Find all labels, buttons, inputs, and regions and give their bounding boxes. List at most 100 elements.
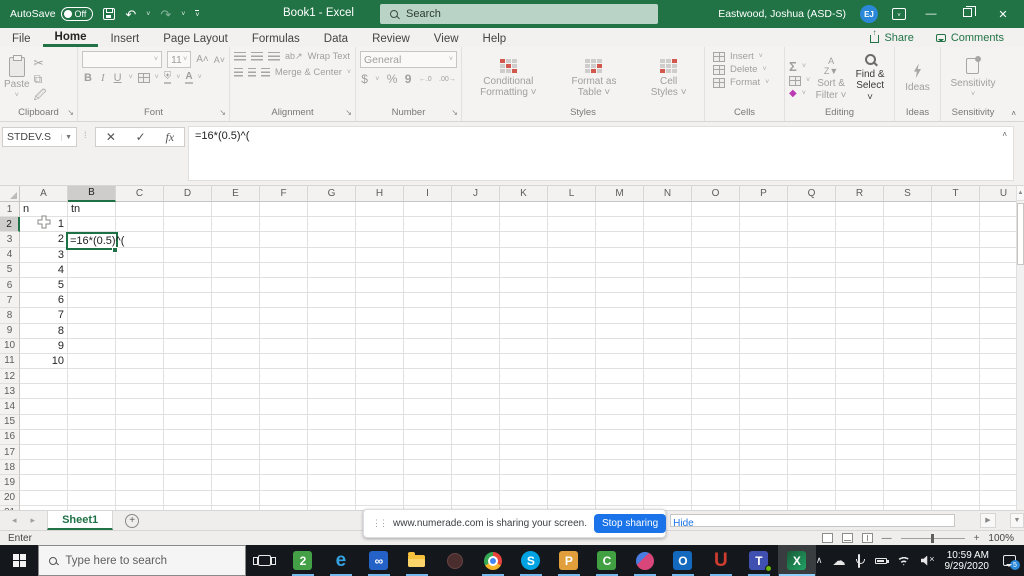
cell-U7[interactable] <box>980 293 1016 309</box>
percent-format-icon[interactable]: % <box>387 72 398 86</box>
normal-view-icon[interactable] <box>821 533 833 543</box>
cell-I15[interactable] <box>404 414 452 430</box>
cell-P11[interactable] <box>740 353 788 370</box>
column-header-E[interactable]: E <box>212 186 260 202</box>
cell-Q15[interactable] <box>788 414 836 430</box>
autosave-toggle[interactable]: AutoSave Off <box>10 7 94 21</box>
cell-I14[interactable] <box>404 399 452 415</box>
cell-R12[interactable] <box>836 369 884 385</box>
cell-J11[interactable] <box>452 353 500 370</box>
cell-J8[interactable] <box>452 308 500 324</box>
cell-J10[interactable] <box>452 338 500 354</box>
cell-F14[interactable] <box>260 399 308 415</box>
cell-A8[interactable]: 7 <box>20 308 68 324</box>
cell-K18[interactable] <box>500 460 548 476</box>
fill-button[interactable]: ˅ <box>789 75 810 86</box>
cell-L14[interactable] <box>548 399 596 415</box>
row-header-5[interactable]: 5 <box>0 262 20 278</box>
cell-C6[interactable] <box>116 277 164 294</box>
row-header-16[interactable]: 16 <box>0 429 20 445</box>
cell-L15[interactable] <box>548 414 596 430</box>
cell-L6[interactable] <box>548 277 596 294</box>
cell-A13[interactable] <box>20 384 68 400</box>
cell-U5[interactable] <box>980 263 1016 278</box>
cell-H5[interactable] <box>356 262 404 278</box>
cell-S17[interactable] <box>884 445 932 461</box>
cell-D15[interactable] <box>164 414 212 430</box>
cell-G5[interactable] <box>308 262 356 278</box>
search-input[interactable]: Search <box>380 4 658 24</box>
cell-N7[interactable] <box>644 293 692 309</box>
cell-D13[interactable] <box>164 384 212 400</box>
cell-O4[interactable] <box>692 247 740 263</box>
font-name-combo[interactable]: ˅ <box>82 51 162 68</box>
cell-G2[interactable] <box>308 217 356 233</box>
swirl-app-icon[interactable] <box>626 545 664 576</box>
cell-D6[interactable] <box>164 277 212 294</box>
cell-N10[interactable] <box>644 338 692 354</box>
cell-D12[interactable] <box>164 369 212 385</box>
cell-B14[interactable] <box>68 399 116 415</box>
cell-Q1[interactable] <box>788 202 836 218</box>
zoom-slider[interactable] <box>900 533 965 543</box>
cell-J12[interactable] <box>452 369 500 385</box>
formula-input[interactable]: =16*(0.5)^( ˄ <box>188 126 1014 181</box>
cell-I10[interactable] <box>404 338 452 354</box>
name-box[interactable]: STDEV.S ▼ <box>2 127 77 147</box>
cell-Q9[interactable] <box>788 323 836 339</box>
cell-T4[interactable] <box>932 247 980 263</box>
row-header-4[interactable]: 4 <box>0 247 20 263</box>
cell-N9[interactable] <box>644 323 692 339</box>
cell-H1[interactable] <box>356 202 404 218</box>
cell-L17[interactable] <box>548 445 596 461</box>
cell-A11[interactable]: 10 <box>20 353 68 370</box>
microphone-icon[interactable] <box>855 553 865 568</box>
cell-U9[interactable] <box>980 324 1016 339</box>
cell-F1[interactable] <box>260 202 308 218</box>
cell-K17[interactable] <box>500 445 548 461</box>
cell-J4[interactable] <box>452 247 500 263</box>
column-header-O[interactable]: O <box>692 186 740 202</box>
cell-I2[interactable] <box>404 217 452 233</box>
cell-H4[interactable] <box>356 247 404 263</box>
format-as-table-button[interactable]: Format as Table ˅ <box>566 58 622 99</box>
cell-O14[interactable] <box>692 399 740 415</box>
cell-S4[interactable] <box>884 247 932 263</box>
cell-C10[interactable] <box>116 338 164 354</box>
cell-M14[interactable] <box>596 399 644 415</box>
font-dialog-launcher-icon[interactable]: ↘ <box>219 108 226 117</box>
cell-O5[interactable] <box>692 262 740 278</box>
cell-B9[interactable] <box>68 323 116 339</box>
cell-G13[interactable] <box>308 384 356 400</box>
cell-F13[interactable] <box>260 384 308 400</box>
bold-button[interactable]: B <box>82 72 94 84</box>
cell-F17[interactable] <box>260 445 308 461</box>
cell-M15[interactable] <box>596 414 644 430</box>
cell-G15[interactable] <box>308 414 356 430</box>
cell-F8[interactable] <box>260 308 308 324</box>
cell-G20[interactable] <box>308 490 356 506</box>
cell-M7[interactable] <box>596 293 644 309</box>
cell-N18[interactable] <box>644 460 692 476</box>
cell-L11[interactable] <box>548 353 596 370</box>
cell-T10[interactable] <box>932 338 980 354</box>
sort-filter-button[interactable]: A Z▼ Sort & Filter ˅ <box>814 56 848 102</box>
cell-B15[interactable] <box>68 414 116 430</box>
cell-E14[interactable] <box>212 399 260 415</box>
taskbar-search-input[interactable]: Type here to search <box>38 545 246 576</box>
cell-Q8[interactable] <box>788 308 836 324</box>
scroll-right-icon[interactable]: ▶ <box>980 513 996 528</box>
save-icon[interactable] <box>103 8 116 20</box>
tab-home[interactable]: Home <box>42 28 99 47</box>
cell-P18[interactable] <box>740 460 788 476</box>
format-painter-icon[interactable]: 🖉 <box>34 89 47 101</box>
cell-L4[interactable] <box>548 247 596 263</box>
cell-O19[interactable] <box>692 475 740 491</box>
cell-I4[interactable] <box>404 247 452 263</box>
cell-R9[interactable] <box>836 323 884 339</box>
cell-K15[interactable] <box>500 414 548 430</box>
column-header-J[interactable]: J <box>452 186 500 202</box>
zoom-out-icon[interactable]: — <box>882 533 892 544</box>
chrome-icon[interactable] <box>474 545 512 576</box>
redo-icon[interactable]: ↷ <box>160 8 171 21</box>
